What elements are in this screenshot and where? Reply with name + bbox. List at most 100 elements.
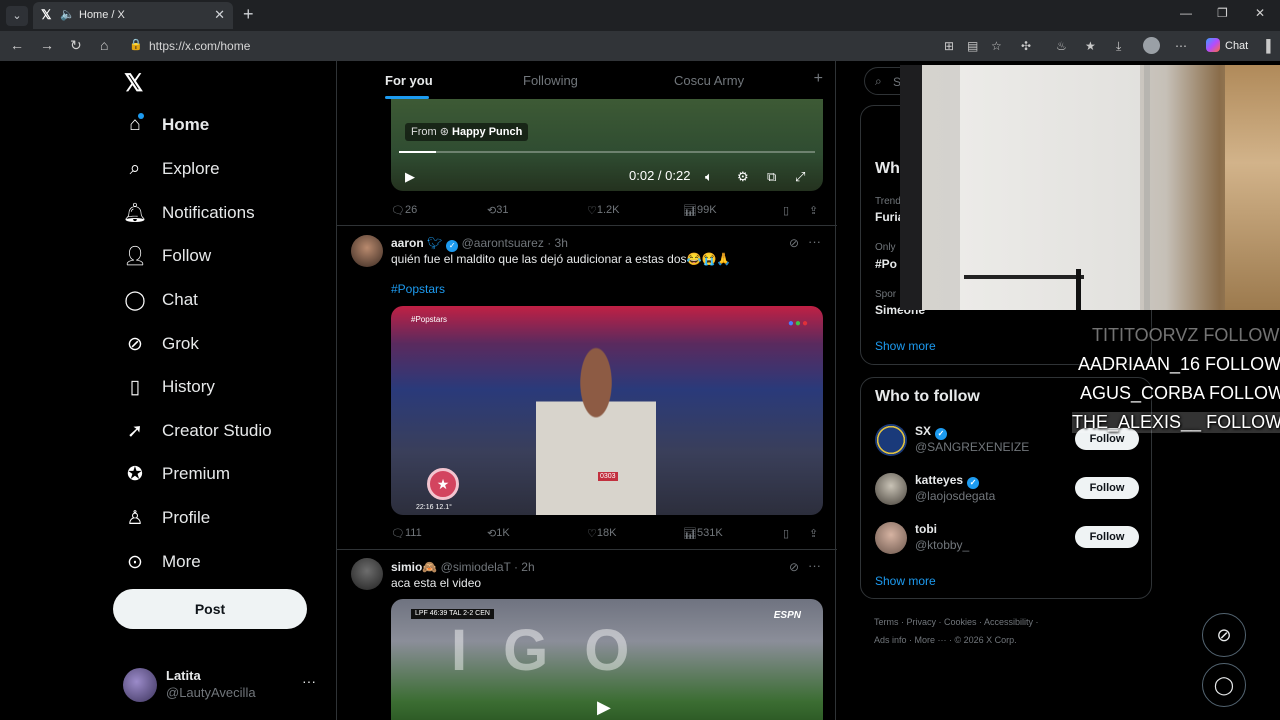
nav-item-home[interactable]: ⌂ Home (122, 107, 209, 143)
refresh-button[interactable]: ↻ (70, 37, 82, 54)
downloads-icon[interactable]: ⤓ (1116, 39, 1121, 54)
add-tab-icon[interactable]: + (814, 70, 823, 88)
tweet-more-icon[interactable]: ··· (808, 234, 821, 249)
hashtag-link[interactable]: #Popstars (391, 282, 445, 296)
video-player[interactable]: From ⊛ Happy Punch ▶ 0:02 / 0:22 🔈︎ ⚙ ⧉ … (391, 99, 823, 191)
trends-show-more-link[interactable]: Show more (875, 339, 936, 353)
new-tab-button[interactable]: + (243, 4, 254, 25)
suggestion-avatar[interactable] (875, 424, 907, 456)
url-field[interactable]: 🔒 https://x.com/home (123, 35, 943, 57)
maximize-button[interactable]: ❐ (1217, 6, 1228, 20)
tweet-author-handle[interactable]: @simiodelaT (441, 560, 511, 574)
messages-fab-button[interactable]: ◯ (1202, 663, 1246, 707)
account-avatar[interactable] (123, 668, 157, 702)
bookmark-button[interactable]: ▯ (783, 204, 789, 217)
tweet-time[interactable]: · 3h (547, 236, 568, 250)
views-button[interactable]: 📊︎ 531K (683, 527, 723, 540)
extensions-icon[interactable]: ✣ (1021, 39, 1031, 53)
split-screen-icon[interactable]: ⊞ (944, 39, 954, 53)
reply-button[interactable]: 🗨︎ 26 (391, 204, 417, 217)
nav-item-premium[interactable]: ✪ Premium (122, 456, 230, 492)
browser-tab[interactable]: 𝕏 🔈 Home / X ✕ (33, 2, 233, 29)
back-button[interactable]: ← (10, 37, 24, 53)
forward-button[interactable]: → (40, 37, 54, 53)
nav-item-grok[interactable]: ⊘ Grok (122, 326, 199, 362)
suggestion-name[interactable]: SX ✓ (915, 424, 948, 440)
footer-links[interactable]: Terms · Privacy · Cookies · Accessibilit… (874, 617, 1039, 627)
video-progress-bar[interactable] (399, 151, 815, 153)
tab-for-you[interactable]: For you (385, 73, 433, 88)
tab-coscu-army[interactable]: Coscu Army (674, 73, 744, 88)
tab-following[interactable]: Following (523, 73, 578, 88)
fullscreen-icon[interactable]: ⤢ (795, 169, 805, 185)
play-icon[interactable]: ▶ (405, 169, 415, 185)
follow-button[interactable]: Follow (1075, 477, 1139, 499)
footer-links-2[interactable]: Ads info · More ··· · © 2026 X Corp. (874, 635, 1017, 645)
performance-icon[interactable]: ♨ (1056, 39, 1067, 53)
favorite-star-icon[interactable]: ☆ (991, 39, 1002, 53)
tweet-author-handle[interactable]: @aarontsuarez (462, 236, 544, 250)
tweet-avatar[interactable] (351, 235, 383, 267)
tweet-avatar[interactable] (351, 558, 383, 590)
home-button[interactable]: ⌂ (100, 37, 108, 53)
account-handle[interactable]: @LautyAvecilla (166, 685, 256, 700)
site-info-icon[interactable]: 🔒 (129, 38, 143, 51)
suggestion-avatar[interactable] (875, 522, 907, 554)
like-button[interactable]: ♡ 18K (587, 527, 616, 540)
grok-fab-button[interactable]: ⊘ (1202, 613, 1246, 657)
settings-gear-icon[interactable]: ⚙ (737, 169, 749, 185)
volume-icon[interactable]: 🔈︎ (705, 169, 713, 185)
tweet-video-thumbnail[interactable]: LPF 46:39 TAL 2-2 CEN ESPN IGO ▶ (391, 599, 823, 720)
tweet-time[interactable]: · 2h (514, 560, 535, 574)
suggestion-handle[interactable]: @SANGREXENEIZE (915, 440, 1029, 454)
suggestion-handle[interactable]: @ktobby_ (915, 538, 969, 552)
close-tab-icon[interactable]: ✕ (214, 7, 225, 23)
post-button[interactable]: Post (113, 589, 307, 629)
browser-profile-avatar[interactable] (1143, 37, 1160, 54)
bookmark-button[interactable]: ▯ (783, 527, 789, 540)
tweet-video-thumbnail[interactable]: #Popstars ●●● 0303 ★ 22:16 12.1° (391, 306, 823, 515)
suggestion-name[interactable]: tobi (915, 522, 937, 536)
x-logo-icon[interactable]: 𝕏 (124, 69, 143, 98)
who-to-follow-show-more-link[interactable]: Show more (875, 574, 936, 588)
tab-actions-menu[interactable]: ⌄ (6, 6, 28, 26)
reply-button[interactable]: 🗨︎ 111 (391, 527, 422, 540)
views-button[interactable]: 📊︎ 99K (683, 204, 717, 217)
nav-item-explore[interactable]: ⌕ Explore (122, 151, 220, 187)
trend-name[interactable]: #Po (875, 257, 897, 271)
nav-item-creator-studio[interactable]: ➚ Creator Studio (122, 413, 272, 449)
suggestion-name[interactable]: katteyes ✓ (915, 473, 980, 489)
speaker-icon[interactable]: 🔈 (60, 7, 75, 21)
play-icon[interactable]: ▶ (597, 697, 611, 718)
tweet-author-name[interactable]: simio🙈 (391, 560, 437, 574)
repost-button[interactable]: ⟲ 1K (487, 527, 510, 540)
nav-item-follow[interactable]: 👤︎ Follow (122, 238, 211, 274)
share-button[interactable]: ⇪ (809, 527, 818, 540)
account-name[interactable]: Latita (166, 668, 201, 683)
nav-item-chat[interactable]: ◯ Chat (122, 282, 198, 318)
repost-button[interactable]: ⟲ 31 (487, 204, 508, 217)
nav-item-profile[interactable]: ♙ Profile (122, 500, 210, 536)
follow-button[interactable]: Follow (1075, 526, 1139, 548)
like-button[interactable]: ♡ 1.2K (587, 204, 620, 217)
nav-item-notifications[interactable]: 🔔︎ Notifications (122, 195, 255, 231)
tweet-more-icon[interactable]: ··· (808, 558, 821, 573)
favorites-icon[interactable]: ★ (1085, 39, 1096, 53)
suggestion-avatar[interactable] (875, 473, 907, 505)
tweet-author-name[interactable]: aaron (391, 236, 424, 250)
video-source-badge[interactable]: From ⊛ Happy Punch (405, 123, 529, 141)
browser-menu-icon[interactable]: ⋯ (1175, 39, 1187, 53)
grok-icon[interactable]: ⊘ (789, 236, 799, 250)
copilot-chat-button[interactable]: Chat (1198, 36, 1256, 56)
sidebar-toggle-icon[interactable]: ▐ (1262, 39, 1271, 53)
nav-item-history[interactable]: ▯ History (122, 369, 215, 405)
grok-icon[interactable]: ⊘ (789, 560, 799, 574)
minimize-button[interactable]: — (1180, 6, 1192, 20)
picture-in-picture-icon[interactable]: ⧉ (767, 169, 776, 185)
reading-view-icon[interactable]: ▤ (967, 39, 978, 53)
suggestion-handle[interactable]: @laojosdegata (915, 489, 995, 503)
window-close-button[interactable]: ✕ (1255, 6, 1265, 20)
account-menu-icon[interactable]: ··· (302, 673, 316, 689)
share-button[interactable]: ⇪ (809, 204, 818, 217)
nav-item-more[interactable]: ⊙ More (122, 544, 201, 580)
